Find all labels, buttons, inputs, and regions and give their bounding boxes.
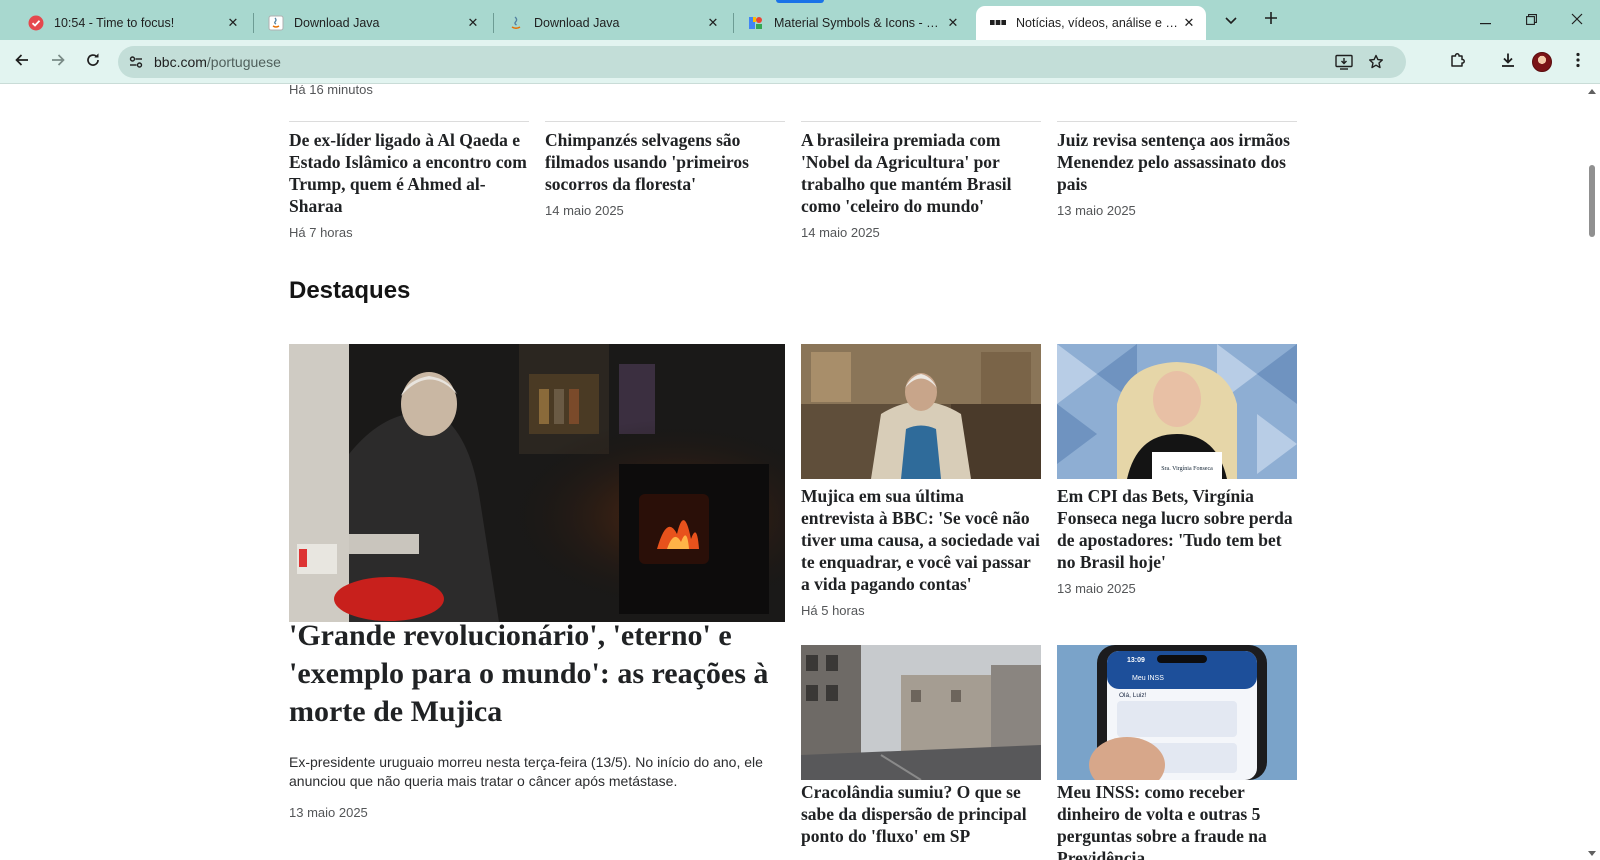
- story-card[interactable]: De ex-líder ligado à Al Qaeda e Estado I…: [289, 129, 529, 240]
- story-date: Há 7 horas: [289, 225, 353, 240]
- story-headline[interactable]: Meu INSS: como receber dinheiro de volta…: [1057, 781, 1297, 860]
- java-icon: [268, 15, 284, 31]
- tab-bbc-noticias[interactable]: Notícias, vídeos, análise e conteúdo em …: [976, 6, 1206, 40]
- puzzle-icon: [1449, 51, 1467, 74]
- scroll-up-arrow[interactable]: [1588, 89, 1596, 94]
- lead-story-image[interactable]: [289, 344, 785, 622]
- story-card[interactable]: Em CPI das Bets, Virgínia Fonseca nega l…: [1057, 485, 1297, 596]
- bbc-icon: [990, 15, 1006, 31]
- close-icon[interactable]: ✕: [944, 14, 962, 32]
- page-content: Há 16 minutos De ex-líder ligado à Al Qa…: [0, 85, 1584, 860]
- vertical-scrollbar[interactable]: [1584, 85, 1600, 860]
- phone-greeting: Olá, Luiz!: [1119, 692, 1147, 699]
- tab-title: Download Java: [534, 16, 620, 30]
- story-card[interactable]: A brasileira premiada com 'Nobel da Agri…: [801, 129, 1041, 240]
- story-headline[interactable]: Mujica em sua última entrevista à BBC: '…: [801, 485, 1041, 595]
- tab-download-java-1[interactable]: Download Java ✕: [254, 6, 490, 40]
- lead-story-date: 13 maio 2025: [289, 805, 368, 820]
- story-card[interactable]: Chimpanzés selvagens são filmados usando…: [545, 129, 785, 218]
- scrollbar-thumb[interactable]: [1589, 165, 1595, 237]
- bookmark-star-icon[interactable]: [1366, 52, 1386, 72]
- url-path: /portuguese: [206, 54, 281, 70]
- nameplate-text: Sra. Virgínia Fonseca: [1161, 466, 1213, 472]
- story-card[interactable]: Cracolândia sumiu? O que se sabe da disp…: [801, 781, 1041, 847]
- divider: [289, 121, 529, 122]
- lead-story-summary: Ex-presidente uruguaio morreu nesta terç…: [289, 754, 763, 789]
- tab-audio-indicator: [776, 0, 824, 3]
- minimize-button[interactable]: [1462, 0, 1508, 40]
- close-icon[interactable]: ✕: [464, 14, 482, 32]
- story-headline[interactable]: De ex-líder ligado à Al Qaeda e Estado I…: [289, 129, 529, 217]
- story-date: 13 maio 2025: [1057, 581, 1136, 596]
- tab-title: Notícias, vídeos, análise e conteúdo em …: [1016, 16, 1180, 30]
- story-date: 14 maio 2025: [545, 203, 624, 218]
- story-date: 13 maio 2025: [1057, 203, 1136, 218]
- address-bar[interactable]: bbc.com/portuguese: [118, 46, 1406, 78]
- download-icon: [1500, 52, 1516, 73]
- tab-title: Material Symbols & Icons - Google Fonts: [774, 16, 944, 30]
- story-image[interactable]: Sra. Virgínia Fonseca: [1057, 344, 1297, 479]
- back-button[interactable]: [8, 48, 36, 76]
- browser-toolbar: bbc.com/portuguese: [0, 40, 1600, 84]
- lead-story-headline[interactable]: 'Grande revolucionário', 'eterno' e 'exe…: [289, 617, 789, 731]
- restore-button[interactable]: [1508, 0, 1554, 40]
- story-headline[interactable]: Juiz revisa sentença aos irmãos Menendez…: [1057, 129, 1297, 195]
- story-image[interactable]: [801, 645, 1041, 780]
- tab-title: Download Java: [294, 16, 380, 30]
- site-info-icon[interactable]: [126, 52, 146, 72]
- extensions-button[interactable]: [1444, 48, 1472, 76]
- story-headline[interactable]: Chimpanzés selvagens são filmados usando…: [545, 129, 785, 195]
- close-icon[interactable]: ✕: [704, 14, 722, 32]
- arrow-left-icon: [14, 52, 30, 73]
- restore-icon: [1525, 12, 1537, 28]
- tab-strip: 10:54 - Time to focus! ✕ Download Java ✕…: [0, 0, 1600, 40]
- story-card[interactable]: Mujica em sua última entrevista à BBC: '…: [801, 485, 1041, 618]
- plus-icon: [1264, 11, 1278, 29]
- google-fonts-icon: [748, 15, 764, 31]
- forward-button[interactable]: [44, 48, 72, 76]
- phone-app-title: Meu INSS: [1132, 675, 1164, 682]
- url-text: bbc.com/portuguese: [154, 54, 281, 70]
- tab-download-java-2[interactable]: Download Java ✕: [494, 6, 730, 40]
- divider: [801, 121, 1041, 122]
- story-headline[interactable]: Cracolândia sumiu? O que se sabe da disp…: [801, 781, 1041, 847]
- profile-avatar[interactable]: [1532, 52, 1552, 72]
- reload-icon: [85, 52, 101, 73]
- story-image[interactable]: 13:09 Meu INSS Olá, Luiz!: [1057, 645, 1297, 780]
- tab-time-to-focus[interactable]: 10:54 - Time to focus! ✕: [14, 6, 250, 40]
- story-date: Há 5 horas: [801, 603, 865, 618]
- tab-title: 10:54 - Time to focus!: [54, 16, 175, 30]
- close-icon[interactable]: ✕: [1180, 14, 1198, 32]
- scroll-down-arrow[interactable]: [1588, 851, 1596, 856]
- close-icon: [1571, 12, 1583, 28]
- menu-button[interactable]: [1564, 48, 1592, 76]
- new-tab-button[interactable]: [1258, 9, 1284, 31]
- phone-time: 13:09: [1127, 657, 1145, 664]
- story-headline[interactable]: A brasileira premiada com 'Nobel da Agri…: [801, 129, 1041, 217]
- story-date: 14 maio 2025: [801, 225, 880, 240]
- close-icon[interactable]: ✕: [224, 14, 242, 32]
- minimize-icon: [1479, 12, 1491, 28]
- downloads-button[interactable]: [1494, 48, 1522, 76]
- story-image[interactable]: [801, 344, 1041, 479]
- arrow-right-icon: [50, 52, 66, 73]
- tab-search-button[interactable]: [1218, 9, 1244, 31]
- close-window-button[interactable]: [1554, 0, 1600, 40]
- tab-material-symbols[interactable]: Material Symbols & Icons - Google Fonts …: [734, 6, 970, 40]
- check-circle-icon: [28, 15, 44, 31]
- url-domain: bbc.com: [154, 54, 207, 70]
- java-icon: [508, 15, 524, 31]
- chevron-down-icon: [1225, 12, 1237, 29]
- story-headline[interactable]: Em CPI das Bets, Virgínia Fonseca nega l…: [1057, 485, 1297, 573]
- story-card[interactable]: Meu INSS: como receber dinheiro de volta…: [1057, 781, 1297, 860]
- divider: [1057, 121, 1297, 122]
- divider: [545, 121, 785, 122]
- story-timestamp: Há 16 minutos: [289, 85, 373, 97]
- story-card[interactable]: Juiz revisa sentença aos irmãos Menendez…: [1057, 129, 1297, 218]
- section-title: Destaques: [289, 277, 411, 304]
- install-app-icon[interactable]: [1334, 52, 1354, 72]
- reload-button[interactable]: [79, 48, 107, 76]
- more-vert-icon: [1576, 52, 1580, 73]
